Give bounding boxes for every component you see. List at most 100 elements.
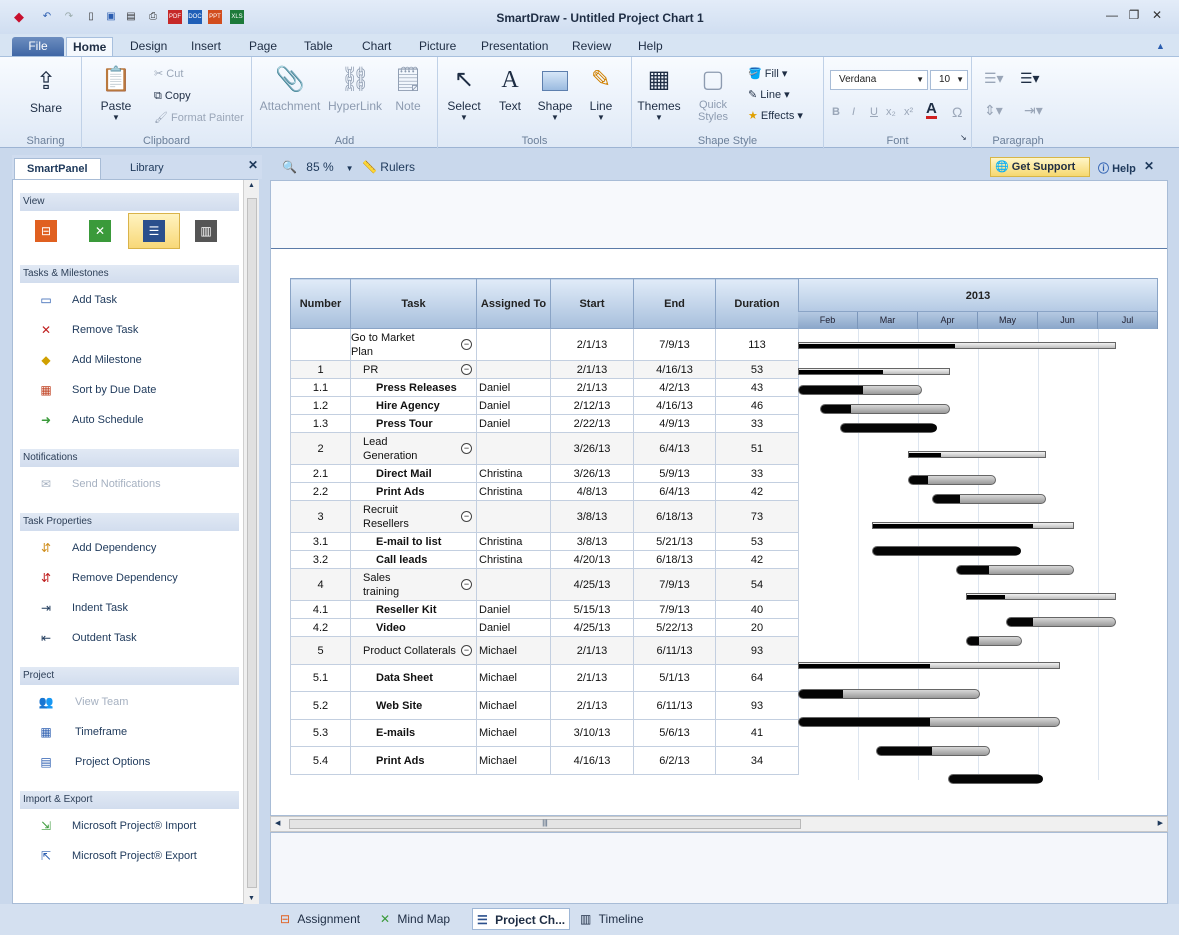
cell-start[interactable]: 3/8/13 [550,500,634,533]
cell-start[interactable]: 4/25/13 [550,618,634,637]
cell-number[interactable]: 2.1 [290,464,351,483]
cell-end[interactable]: 6/2/13 [633,746,716,775]
header-end[interactable]: End [633,278,716,329]
cell-task[interactable]: Lead Generation − [350,432,477,465]
tab-insert[interactable]: Insert [185,37,227,56]
view-tab-mindmap[interactable]: ✕ Mind Map [380,908,450,930]
share-button[interactable]: ⇪ Share [20,67,72,115]
cell-number[interactable]: 1.1 [290,378,351,397]
cell-end[interactable]: 5/22/13 [633,618,716,637]
cell-start[interactable]: 3/26/13 [550,464,634,483]
bold-icon[interactable]: B [832,103,840,121]
cell-task[interactable]: Sales training − [350,568,477,601]
gantt-task-bar[interactable] [798,717,1060,727]
cell-assigned[interactable]: Daniel [476,600,551,619]
tab-library[interactable]: Library [118,158,176,179]
cell-number[interactable]: 5.3 [290,719,351,747]
tab-page[interactable]: Page [243,37,283,56]
quick-styles-button[interactable]: ▢ Quick Styles [690,65,736,123]
cell-duration[interactable]: 93 [715,691,799,720]
tab-presentation[interactable]: Presentation [475,37,554,56]
cell-start[interactable]: 3/10/13 [550,719,634,747]
cell-number[interactable]: 5.1 [290,664,351,692]
cell-duration[interactable]: 43 [715,378,799,397]
cell-start[interactable]: 4/8/13 [550,482,634,501]
cell-start[interactable]: 5/15/13 [550,600,634,619]
gantt-summary-bar[interactable] [798,368,950,375]
cell-task[interactable]: Recruit Resellers − [350,500,477,533]
view-mindmap-icon[interactable]: ✕ [89,220,111,242]
cell-assigned[interactable]: Michael [476,664,551,692]
table-row[interactable]: 1 PR − 2/1/13 4/16/13 53 [290,360,799,379]
cell-assigned[interactable] [476,500,551,533]
table-row[interactable]: 2 Lead Generation − 3/26/13 6/4/13 51 [290,432,799,465]
cell-start[interactable]: 2/12/13 [550,396,634,415]
font-face-select[interactable]: Verdana ▼ [830,70,928,90]
cell-end[interactable]: 6/11/13 [633,691,716,720]
font-dialog-launcher-icon[interactable]: ↘ [960,129,967,147]
cut-button[interactable]: ✂ Cut [154,65,183,83]
view-timeline-icon[interactable]: ▥ [195,220,217,242]
cell-number[interactable]: 4.1 [290,600,351,619]
canvas-scroll-thumb[interactable]: ||| [289,819,801,829]
collapse-icon[interactable]: − [461,443,472,454]
cell-assigned[interactable]: Christina [476,464,551,483]
effects-button[interactable]: ★ Effects ▾ [748,107,803,125]
cell-number[interactable]: 5.4 [290,746,351,775]
cell-duration[interactable]: 54 [715,568,799,601]
gantt-summary-bar[interactable] [908,451,1046,458]
cell-duration[interactable]: 42 [715,482,799,501]
cell-end[interactable]: 7/9/13 [633,568,716,601]
cell-duration[interactable]: 113 [715,328,799,361]
cell-assigned[interactable]: Christina [476,550,551,569]
ms-project-import-button[interactable]: ⇲ Microsoft Project® Import [37,816,196,836]
rulers-toggle[interactable]: 📏 Rulers [362,160,415,174]
cell-duration[interactable]: 20 [715,618,799,637]
table-row[interactable]: 3.1 E-mail to list Christina 3/8/13 5/21/13 5… [290,532,799,551]
cell-start[interactable]: 2/1/13 [550,691,634,720]
table-row[interactable]: 5.2 Web Site Michael 2/1/13 6/11/13 93 [290,691,799,720]
cell-start[interactable]: 2/1/13 [550,328,634,361]
cell-task[interactable]: Data Sheet [350,664,477,692]
sort-by-due-date-button[interactable]: ▦ Sort by Due Date [37,380,156,400]
panel-scroll-thumb[interactable] [247,198,257,888]
cell-number[interactable] [290,328,351,361]
cell-number[interactable]: 2 [290,432,351,465]
cell-end[interactable]: 6/18/13 [633,550,716,569]
cell-end[interactable]: 7/9/13 [633,600,716,619]
cell-start[interactable]: 4/16/13 [550,746,634,775]
header-duration[interactable]: Duration [715,278,799,329]
cell-assigned[interactable] [476,568,551,601]
panel-close-icon[interactable]: ✕ [248,158,258,172]
cell-number[interactable]: 5.2 [290,691,351,720]
cell-number[interactable]: 1.2 [290,396,351,415]
cell-number[interactable]: 3 [290,500,351,533]
table-row[interactable]: 3.2 Call leads Christina 4/20/13 6/18/13 42 [290,550,799,569]
cell-assigned[interactable] [476,328,551,361]
cell-task[interactable]: Video [350,618,477,637]
cell-number[interactable]: 2.2 [290,482,351,501]
remove-task-button[interactable]: ✕ Remove Task [37,320,138,340]
line-spacing-icon[interactable]: ⇕▾ [984,101,1003,119]
cell-duration[interactable]: 40 [715,600,799,619]
cell-duration[interactable]: 33 [715,464,799,483]
table-row[interactable]: 5 Product Collaterals − Michael 2/1/13 6/11/1… [290,636,799,665]
subscript-icon[interactable]: x₂ [886,103,896,121]
shape-button[interactable]: Shape ▼ [535,65,575,122]
table-row[interactable]: 2.1 Direct Mail Christina 3/26/13 5/9/13 33 [290,464,799,483]
cell-number[interactable]: 3.2 [290,550,351,569]
add-dependency-button[interactable]: ⇵ Add Dependency [37,538,156,558]
gantt-task-bar[interactable] [948,774,1043,784]
header-assigned[interactable]: Assigned To [476,278,551,329]
cell-start[interactable]: 3/8/13 [550,532,634,551]
tab-file[interactable]: File [12,37,64,56]
gantt-task-bar[interactable] [966,636,1022,646]
gantt-task-bar[interactable] [1006,617,1116,627]
gantt-task-bar[interactable] [840,423,937,433]
scroll-up-icon[interactable]: ▲ [248,182,255,189]
tab-picture[interactable]: Picture [413,37,462,56]
gantt-task-bar[interactable] [932,494,1046,504]
cell-duration[interactable]: 73 [715,500,799,533]
cell-start[interactable]: 2/1/13 [550,360,634,379]
cell-assigned[interactable]: Daniel [476,618,551,637]
